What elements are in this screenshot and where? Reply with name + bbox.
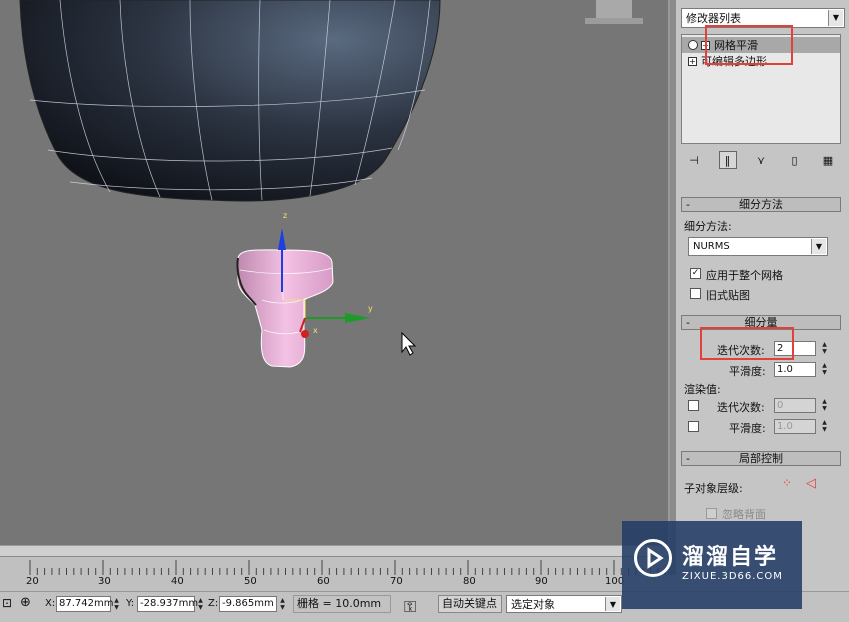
time-ruler — [29, 560, 666, 576]
vertex-mode-icon[interactable]: ⁘ — [782, 476, 792, 490]
key-icon[interactable]: ⚿ — [404, 597, 416, 617]
selection-set-value: 选定对象 — [511, 598, 555, 611]
make-unique-icon[interactable]: ⋎ — [752, 151, 770, 169]
method-value: NURMS — [693, 241, 730, 252]
method-label: 细分方法: — [684, 220, 732, 233]
render-iterations-checkbox[interactable] — [688, 400, 699, 411]
nozzle-mesh[interactable] — [236, 249, 334, 368]
smoothness-input[interactable]: 1.0 — [774, 362, 816, 377]
show-end-result-icon[interactable]: ‖ — [718, 151, 737, 169]
render-smoothness-input[interactable]: 1.0 — [774, 419, 816, 434]
rollout-title: 局部控制 — [739, 452, 783, 465]
ruler-labels: 20 30 40 50 60 70 80 90 100 — [0, 575, 668, 591]
lock-icon[interactable]: ⊡ — [2, 596, 12, 610]
gizmo-x-label: x — [313, 326, 318, 335]
selection-set-dropdown[interactable]: 选定对象 ▼ — [506, 595, 622, 613]
x-coordinate-field[interactable]: 87.742mm — [56, 596, 113, 612]
configure-modifier-sets-icon[interactable]: ▦ — [819, 151, 837, 169]
vase-mesh[interactable] — [19, 0, 441, 202]
timeline[interactable] — [0, 545, 668, 576]
ruler-label: 20 — [26, 576, 39, 587]
rollout-title: 细分方法 — [739, 198, 783, 211]
lightbulb-icon[interactable] — [688, 40, 698, 50]
y-coordinate-field[interactable]: -28.937mm — [137, 596, 198, 612]
highlight-box-stack — [705, 25, 793, 65]
render-smoothness-spinner[interactable]: ▲ ▼ — [820, 419, 829, 434]
gizmo-z-label: z — [283, 211, 287, 220]
chevron-down-icon[interactable]: ▼ — [828, 10, 843, 26]
ruler-label: 60 — [317, 576, 330, 587]
mouse-cursor-icon — [401, 331, 417, 356]
render-iterations-label: 迭代次数: — [717, 401, 765, 414]
smoothness-label: 平滑度: — [729, 365, 766, 378]
ruler-label: 30 — [98, 576, 111, 587]
modifier-list-label: 修改器列表 — [686, 12, 741, 25]
render-values-label: 渲染值: — [684, 383, 721, 396]
collapse-icon: - — [686, 316, 690, 329]
scene-canvas[interactable]: z y x — [0, 0, 668, 545]
ruler-label: 50 — [244, 576, 257, 587]
z-label: Z: — [208, 598, 219, 609]
chevron-down-icon[interactable]: ▼ — [811, 239, 826, 254]
watermark-logo: 溜溜自学 ZIXUE.3D66.COM — [622, 521, 802, 609]
y-spinner[interactable]: ▲ ▼ — [196, 597, 205, 612]
expand-icon[interactable]: + — [688, 56, 697, 66]
edge-mode-icon[interactable]: ◁ — [806, 476, 816, 491]
x-label: X: — [45, 598, 56, 609]
ruler-label: 70 — [390, 576, 403, 587]
pin-stack-icon[interactable]: ⊣ — [685, 151, 703, 169]
old-style-mapping-checkbox[interactable] — [690, 288, 701, 299]
gizmo-y-label: y — [368, 304, 373, 313]
rollout-local-control[interactable]: - 局部控制 — [681, 451, 841, 466]
z-coordinate-field[interactable]: -9.865mm — [219, 596, 277, 612]
x-spinner[interactable]: ▲ ▼ — [112, 597, 121, 612]
render-smoothness-label: 平滑度: — [729, 422, 766, 435]
perspective-viewport[interactable]: z y x — [0, 0, 668, 545]
old-style-mapping-label: 旧式贴图 — [706, 289, 750, 302]
iterations-spinner[interactable]: ▲ ▼ — [820, 341, 829, 356]
remove-modifier-icon[interactable]: ▯ — [786, 151, 804, 169]
background-object — [585, 0, 643, 24]
highlight-box-iterations — [700, 327, 794, 360]
subdivision-method-select[interactable]: NURMS ▼ — [688, 237, 828, 256]
play-logo-icon — [634, 539, 672, 577]
grid-size-display: 栅格 = 10.0mm — [293, 595, 391, 613]
command-panel: 修改器列表 ▼ + 网格平滑 + 可编辑多边形 ⊣ ‖ ⋎ ▯ ▦ - 细分方法… — [668, 0, 849, 575]
panel-divider — [670, 0, 676, 575]
apply-whole-mesh-label: 应用于整个网格 — [706, 269, 783, 282]
rollout-subdivision-method[interactable]: - 细分方法 — [681, 197, 841, 212]
absolute-mode-icon[interactable]: ⊕ — [20, 595, 31, 610]
apply-whole-mesh-checkbox[interactable]: ✓ — [690, 268, 701, 279]
collapse-icon: - — [686, 452, 690, 465]
stack-toolbar: ⊣ ‖ ⋎ ▯ ▦ — [681, 150, 841, 170]
y-label: Y: — [126, 598, 135, 609]
smoothness-spinner[interactable]: ▲ ▼ — [820, 362, 829, 377]
watermark-url: ZIXUE.3D66.COM — [682, 571, 783, 582]
ruler-label: 40 — [171, 576, 184, 587]
ignore-backfacing-label: 忽略背面 — [722, 508, 766, 521]
sub-object-level-label: 子对象层级: — [684, 482, 743, 495]
watermark-brand: 溜溜自学 — [682, 545, 779, 570]
render-smoothness-checkbox[interactable] — [688, 421, 699, 432]
ruler-label: 90 — [535, 576, 548, 587]
chevron-down-icon[interactable]: ▼ — [605, 597, 620, 611]
ignore-backfacing-checkbox[interactable] — [706, 508, 717, 519]
render-iterations-spinner[interactable]: ▲ ▼ — [820, 398, 829, 413]
ruler-label: 80 — [463, 576, 476, 587]
auto-key-button[interactable]: 自动关键点 — [438, 595, 502, 613]
z-spinner[interactable]: ▲ ▼ — [278, 597, 287, 612]
render-iterations-input[interactable]: 0 — [774, 398, 816, 413]
collapse-icon: - — [686, 198, 690, 211]
